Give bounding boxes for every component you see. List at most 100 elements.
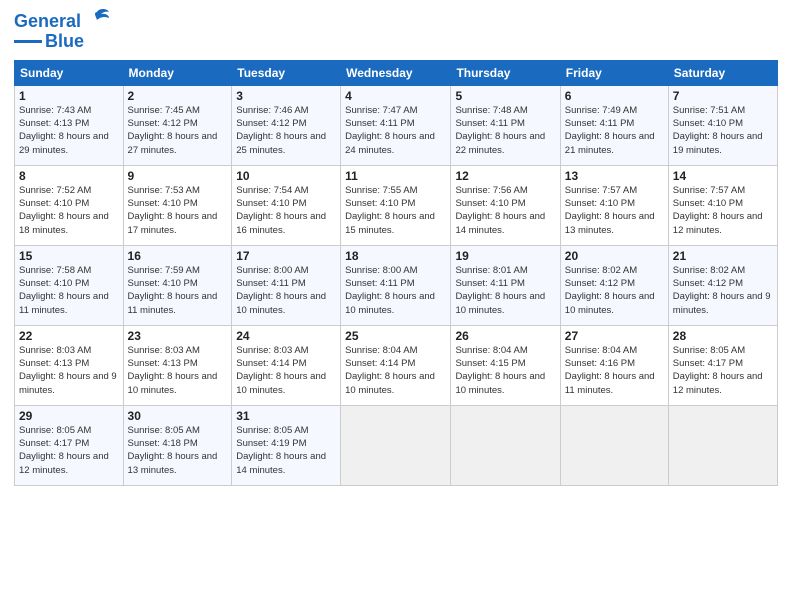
day-info: Sunrise: 7:43 AMSunset: 4:13 PMDaylight:… [19,105,109,156]
day-info: Sunrise: 7:46 AMSunset: 4:12 PMDaylight:… [236,105,326,156]
day-number: 11 [345,169,446,183]
day-info: Sunrise: 8:05 AMSunset: 4:19 PMDaylight:… [236,425,326,476]
day-number: 2 [128,89,228,103]
col-header-monday: Monday [123,60,232,85]
calendar-cell: 25 Sunrise: 8:04 AMSunset: 4:14 PMDayligh… [341,325,451,405]
calendar-cell: 12 Sunrise: 7:56 AMSunset: 4:10 PMDayligh… [451,165,560,245]
day-number: 4 [345,89,446,103]
page-header: General Blue [14,10,778,52]
col-header-thursday: Thursday [451,60,560,85]
calendar-cell: 3Sunrise: 7:46 AMSunset: 4:12 PMDaylight… [232,85,341,165]
day-info: Sunrise: 7:51 AMSunset: 4:10 PMDaylight:… [673,105,763,156]
day-info: Sunrise: 8:05 AMSunset: 4:17 PMDaylight:… [673,345,763,396]
day-info: Sunrise: 8:04 AMSunset: 4:15 PMDaylight:… [455,345,545,396]
calendar-week-4: 22 Sunrise: 8:03 AMSunset: 4:13 PMDayligh… [15,325,778,405]
day-info: Sunrise: 8:01 AMSunset: 4:11 PMDaylight:… [455,265,545,316]
day-number: 27 [565,329,664,343]
day-number: 18 [345,249,446,263]
col-header-saturday: Saturday [668,60,777,85]
day-info: Sunrise: 7:49 AMSunset: 4:11 PMDaylight:… [565,105,655,156]
day-number: 29 [19,409,119,423]
day-number: 6 [565,89,664,103]
day-number: 23 [128,329,228,343]
day-info: Sunrise: 7:54 AMSunset: 4:10 PMDaylight:… [236,185,326,236]
day-number: 21 [673,249,773,263]
day-number: 15 [19,249,119,263]
day-info: Sunrise: 7:56 AMSunset: 4:10 PMDaylight:… [455,185,545,236]
day-number: 1 [19,89,119,103]
day-number: 7 [673,89,773,103]
day-number: 24 [236,329,336,343]
day-info: Sunrise: 8:03 AMSunset: 4:13 PMDaylight:… [19,345,117,396]
day-info: Sunrise: 7:58 AMSunset: 4:10 PMDaylight:… [19,265,109,316]
col-header-sunday: Sunday [15,60,124,85]
day-info: Sunrise: 8:04 AMSunset: 4:16 PMDaylight:… [565,345,655,396]
calendar-cell: 24Sunrise: 8:03 AMSunset: 4:14 PMDayligh… [232,325,341,405]
calendar-cell: 7 Sunrise: 7:51 AMSunset: 4:10 PMDaylight… [668,85,777,165]
day-number: 31 [236,409,336,423]
calendar-cell: 17 Sunrise: 8:00 AMSunset: 4:11 PMDayligh… [232,245,341,325]
day-info: Sunrise: 7:57 AMSunset: 4:10 PMDaylight:… [673,185,763,236]
calendar-cell: 19Sunrise: 8:01 AMSunset: 4:11 PMDayligh… [451,245,560,325]
calendar-cell: 10 Sunrise: 7:54 AMSunset: 4:10 PMDayligh… [232,165,341,245]
day-number: 10 [236,169,336,183]
day-number: 12 [455,169,555,183]
calendar-week-5: 29 Sunrise: 8:05 AMSunset: 4:17 PMDayligh… [15,405,778,485]
day-number: 30 [128,409,228,423]
day-info: Sunrise: 7:59 AMSunset: 4:10 PMDaylight:… [128,265,218,316]
calendar-header-row: SundayMondayTuesdayWednesdayThursdayFrid… [15,60,778,85]
day-info: Sunrise: 7:48 AMSunset: 4:11 PMDaylight:… [455,105,545,156]
calendar-cell: 13 Sunrise: 7:57 AMSunset: 4:10 PMDayligh… [560,165,668,245]
calendar-cell: 14 Sunrise: 7:57 AMSunset: 4:10 PMDayligh… [668,165,777,245]
day-number: 9 [128,169,228,183]
day-info: Sunrise: 7:52 AMSunset: 4:10 PMDaylight:… [19,185,109,236]
day-info: Sunrise: 7:53 AMSunset: 4:10 PMDaylight:… [128,185,218,236]
calendar-cell: 23 Sunrise: 8:03 AMSunset: 4:13 PMDayligh… [123,325,232,405]
calendar-cell: 21Sunrise: 8:02 AMSunset: 4:12 PMDayligh… [668,245,777,325]
day-number: 22 [19,329,119,343]
day-number: 20 [565,249,664,263]
calendar-cell [341,405,451,485]
logo-text: General [14,12,81,32]
day-number: 17 [236,249,336,263]
page-container: General Blue SundayMondayTuesdayWednesda… [0,0,792,496]
day-info: Sunrise: 8:00 AMSunset: 4:11 PMDaylight:… [236,265,326,316]
day-number: 26 [455,329,555,343]
day-number: 25 [345,329,446,343]
calendar-week-3: 15 Sunrise: 7:58 AMSunset: 4:10 PMDayligh… [15,245,778,325]
day-info: Sunrise: 7:47 AMSunset: 4:11 PMDaylight:… [345,105,435,156]
logo-bird-icon [83,6,111,34]
calendar-cell: 5 Sunrise: 7:48 AMSunset: 4:11 PMDaylight… [451,85,560,165]
day-number: 14 [673,169,773,183]
col-header-friday: Friday [560,60,668,85]
calendar-week-2: 8 Sunrise: 7:52 AMSunset: 4:10 PMDaylight… [15,165,778,245]
day-info: Sunrise: 8:03 AMSunset: 4:13 PMDaylight:… [128,345,218,396]
calendar-cell: 9 Sunrise: 7:53 AMSunset: 4:10 PMDaylight… [123,165,232,245]
calendar-body: 1 Sunrise: 7:43 AMSunset: 4:13 PMDaylight… [15,85,778,485]
day-number: 8 [19,169,119,183]
calendar-cell: 16Sunrise: 7:59 AMSunset: 4:10 PMDayligh… [123,245,232,325]
calendar-cell: 15 Sunrise: 7:58 AMSunset: 4:10 PMDayligh… [15,245,124,325]
day-info: Sunrise: 8:05 AMSunset: 4:18 PMDaylight:… [128,425,218,476]
day-info: Sunrise: 7:45 AMSunset: 4:12 PMDaylight:… [128,105,218,156]
logo-general: General [14,11,81,31]
day-info: Sunrise: 7:57 AMSunset: 4:10 PMDaylight:… [565,185,655,236]
col-header-tuesday: Tuesday [232,60,341,85]
calendar-table: SundayMondayTuesdayWednesdayThursdayFrid… [14,60,778,486]
calendar-cell: 11Sunrise: 7:55 AMSunset: 4:10 PMDayligh… [341,165,451,245]
calendar-cell: 22 Sunrise: 8:03 AMSunset: 4:13 PMDayligh… [15,325,124,405]
day-number: 5 [455,89,555,103]
day-number: 13 [565,169,664,183]
calendar-cell [451,405,560,485]
calendar-cell: 30 Sunrise: 8:05 AMSunset: 4:18 PMDayligh… [123,405,232,485]
calendar-cell: 18 Sunrise: 8:00 AMSunset: 4:11 PMDayligh… [341,245,451,325]
day-info: Sunrise: 8:02 AMSunset: 4:12 PMDaylight:… [565,265,655,316]
calendar-cell: 1 Sunrise: 7:43 AMSunset: 4:13 PMDaylight… [15,85,124,165]
calendar-cell: 26 Sunrise: 8:04 AMSunset: 4:15 PMDayligh… [451,325,560,405]
calendar-cell: 8 Sunrise: 7:52 AMSunset: 4:10 PMDaylight… [15,165,124,245]
calendar-cell: 27 Sunrise: 8:04 AMSunset: 4:16 PMDayligh… [560,325,668,405]
calendar-cell: 20 Sunrise: 8:02 AMSunset: 4:12 PMDayligh… [560,245,668,325]
day-info: Sunrise: 8:04 AMSunset: 4:14 PMDaylight:… [345,345,435,396]
day-info: Sunrise: 8:00 AMSunset: 4:11 PMDaylight:… [345,265,435,316]
day-info: Sunrise: 8:05 AMSunset: 4:17 PMDaylight:… [19,425,109,476]
